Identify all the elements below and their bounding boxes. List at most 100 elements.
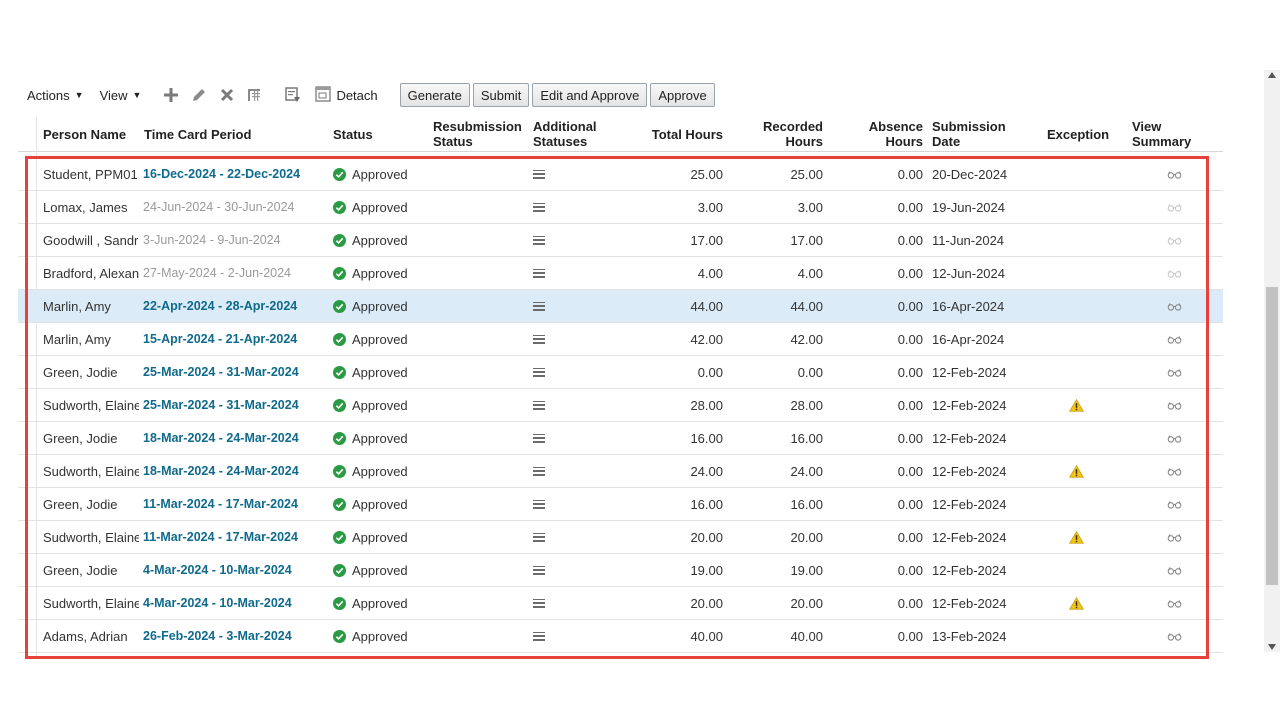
additional-statuses-icon[interactable] xyxy=(533,532,545,542)
col-view-summary[interactable]: View Summary xyxy=(1132,117,1223,151)
time-card-period-link[interactable]: 25-Mar-2024 - 31-Mar-2024 xyxy=(143,398,299,412)
additional-statuses-icon[interactable] xyxy=(533,169,545,179)
view-summary-icon[interactable] xyxy=(1167,302,1182,311)
total-hours-cell: 20.00 xyxy=(690,595,723,611)
view-summary-icon[interactable] xyxy=(1167,269,1182,278)
person-name-cell: Sudworth, Elaine xyxy=(43,529,139,545)
col-absence-hours[interactable]: Absence Hours xyxy=(823,117,923,151)
person-name-cell: Sudworth, Elaine xyxy=(43,463,139,479)
additional-statuses-icon[interactable] xyxy=(533,367,545,377)
table-row[interactable]: Sudworth, Elaine 18-Mar-2024 - 24-Mar-202… xyxy=(18,455,1223,488)
additional-statuses-icon[interactable] xyxy=(533,301,545,311)
additional-statuses-icon[interactable] xyxy=(533,433,545,443)
table-row[interactable]: Sudworth, Elaine 4-Mar-2024 - 10-Mar-2024… xyxy=(18,587,1223,620)
time-card-period-link[interactable]: 18-Mar-2024 - 24-Mar-2024 xyxy=(143,464,299,478)
col-submission-date[interactable]: Submission Date xyxy=(932,117,1027,151)
col-total-hours[interactable]: Total Hours xyxy=(623,117,723,151)
approved-check-icon xyxy=(333,431,346,445)
time-card-period-link[interactable]: 26-Feb-2024 - 3-Mar-2024 xyxy=(143,629,292,643)
view-summary-icon[interactable] xyxy=(1167,335,1182,344)
time-card-period-link[interactable]: 16-Dec-2024 - 22-Dec-2024 xyxy=(143,167,300,181)
view-summary-icon[interactable] xyxy=(1167,467,1182,476)
time-card-period-link[interactable]: 11-Mar-2024 - 17-Mar-2024 xyxy=(143,530,298,544)
person-name-cell: Lomax, James xyxy=(43,199,128,215)
table-row[interactable]: Bradford, Alexander 27-May-2024 - 2-Jun-2… xyxy=(18,257,1223,290)
warning-icon[interactable] xyxy=(1069,398,1084,412)
table-row[interactable]: Sudworth, Elaine 11-Mar-2024 - 17-Mar-202… xyxy=(18,521,1223,554)
time-card-period-link[interactable]: 25-Mar-2024 - 31-Mar-2024 xyxy=(143,365,299,379)
freeze-icon[interactable] xyxy=(245,85,265,105)
additional-statuses-icon[interactable] xyxy=(533,400,545,410)
additional-statuses-icon[interactable] xyxy=(533,466,545,476)
additional-statuses-icon[interactable] xyxy=(533,268,545,278)
view-summary-icon[interactable] xyxy=(1167,401,1182,410)
view-summary-icon[interactable] xyxy=(1167,533,1182,542)
view-summary-icon[interactable] xyxy=(1167,599,1182,608)
additional-statuses-icon[interactable] xyxy=(533,202,545,212)
additional-statuses-icon[interactable] xyxy=(533,631,545,641)
scroll-down-icon[interactable] xyxy=(1268,644,1276,650)
table-row[interactable]: Green, Jodie 11-Mar-2024 - 17-Mar-2024 App… xyxy=(18,488,1223,521)
additional-statuses-icon[interactable] xyxy=(533,235,545,245)
view-summary-icon[interactable] xyxy=(1167,632,1182,641)
actions-menu[interactable]: Actions ▼ xyxy=(27,88,84,103)
scrollbar-thumb[interactable] xyxy=(1266,287,1278,585)
time-card-period-link[interactable]: 4-Mar-2024 - 10-Mar-2024 xyxy=(143,563,292,577)
view-summary-icon[interactable] xyxy=(1167,500,1182,509)
table-row[interactable]: Green, Jodie 18-Mar-2024 - 24-Mar-2024 App… xyxy=(18,422,1223,455)
table-row[interactable]: Sudworth, Elaine 25-Mar-2024 - 31-Mar-202… xyxy=(18,389,1223,422)
col-status[interactable]: Status xyxy=(333,117,423,151)
view-summary-icon[interactable] xyxy=(1167,566,1182,575)
warning-icon[interactable] xyxy=(1069,464,1084,478)
time-card-period-link[interactable]: 3-Jun-2024 - 9-Jun-2024 xyxy=(143,233,281,247)
time-card-period-link[interactable]: 11-Mar-2024 - 17-Mar-2024 xyxy=(143,497,298,511)
table-row[interactable]: Student, PPM01 16-Dec-2024 - 22-Dec-2024 A… xyxy=(18,158,1223,191)
view-summary-icon[interactable] xyxy=(1167,236,1182,245)
additional-statuses-icon[interactable] xyxy=(533,565,545,575)
generate-button[interactable]: Generate xyxy=(399,83,470,107)
time-card-period-link[interactable]: 27-May-2024 - 2-Jun-2024 xyxy=(143,266,291,280)
table-row[interactable]: Marlin, Amy 15-Apr-2024 - 21-Apr-2024 Appr… xyxy=(18,323,1223,356)
additional-statuses-icon[interactable] xyxy=(533,334,545,344)
col-person-name[interactable]: Person Name xyxy=(43,117,143,151)
status-label: Approved xyxy=(352,397,408,413)
table-row[interactable]: Goodwill , Sandra 3-Jun-2024 - 9-Jun-2024… xyxy=(18,224,1223,257)
status-cell: Approved xyxy=(333,158,428,190)
edit-and-approve-button[interactable]: Edit and Approve xyxy=(532,83,648,107)
time-card-period-link[interactable]: 15-Apr-2024 - 21-Apr-2024 xyxy=(143,332,297,346)
view-summary-icon[interactable] xyxy=(1167,434,1182,443)
time-card-period-link[interactable]: 4-Mar-2024 - 10-Mar-2024 xyxy=(143,596,292,610)
scroll-up-icon[interactable] xyxy=(1268,72,1276,78)
table-row[interactable]: Marlin, Amy 22-Apr-2024 - 28-Apr-2024 Appr… xyxy=(18,290,1223,323)
time-card-period-link[interactable]: 22-Apr-2024 - 28-Apr-2024 xyxy=(143,299,297,313)
warning-icon[interactable] xyxy=(1069,530,1084,544)
detach-icon xyxy=(315,85,332,105)
add-icon[interactable] xyxy=(161,85,181,105)
detach-button[interactable]: Detach xyxy=(315,85,378,105)
edit-icon[interactable] xyxy=(189,85,209,105)
view-summary-icon[interactable] xyxy=(1167,203,1182,212)
time-card-period-link[interactable]: 24-Jun-2024 - 30-Jun-2024 xyxy=(143,200,295,214)
view-menu[interactable]: View ▼ xyxy=(100,88,142,103)
view-summary-icon[interactable] xyxy=(1167,368,1182,377)
submit-button[interactable]: Submit xyxy=(472,83,530,107)
approve-button[interactable]: Approve xyxy=(650,83,715,107)
view-summary-icon[interactable] xyxy=(1167,170,1182,179)
table-row[interactable]: Green, Jodie 4-Mar-2024 - 10-Mar-2024 Appr… xyxy=(18,554,1223,587)
col-recorded-hours[interactable]: Recorded Hours xyxy=(723,117,823,151)
vertical-scrollbar[interactable] xyxy=(1264,70,1280,652)
col-exception[interactable]: Exception xyxy=(1047,117,1127,151)
time-card-period-link[interactable]: 18-Mar-2024 - 24-Mar-2024 xyxy=(143,431,299,445)
table-row[interactable]: Adams, Adrian 26-Feb-2024 - 3-Mar-2024 App… xyxy=(18,620,1223,653)
additional-statuses-icon[interactable] xyxy=(533,598,545,608)
col-resubmission-status[interactable]: Resubmission Status xyxy=(433,117,528,151)
additional-statuses-icon[interactable] xyxy=(533,499,545,509)
delete-icon[interactable] xyxy=(217,85,237,105)
col-submission-line2: Date xyxy=(932,134,961,149)
table-row[interactable]: Green, Jodie 25-Mar-2024 - 31-Mar-2024 App… xyxy=(18,356,1223,389)
export-icon[interactable] xyxy=(283,85,303,105)
col-additional-statuses[interactable]: Additional Statuses xyxy=(533,117,623,151)
col-time-card-period[interactable]: Time Card Period xyxy=(144,117,324,151)
warning-icon[interactable] xyxy=(1069,596,1084,610)
table-row[interactable]: Lomax, James 24-Jun-2024 - 30-Jun-2024 App… xyxy=(18,191,1223,224)
